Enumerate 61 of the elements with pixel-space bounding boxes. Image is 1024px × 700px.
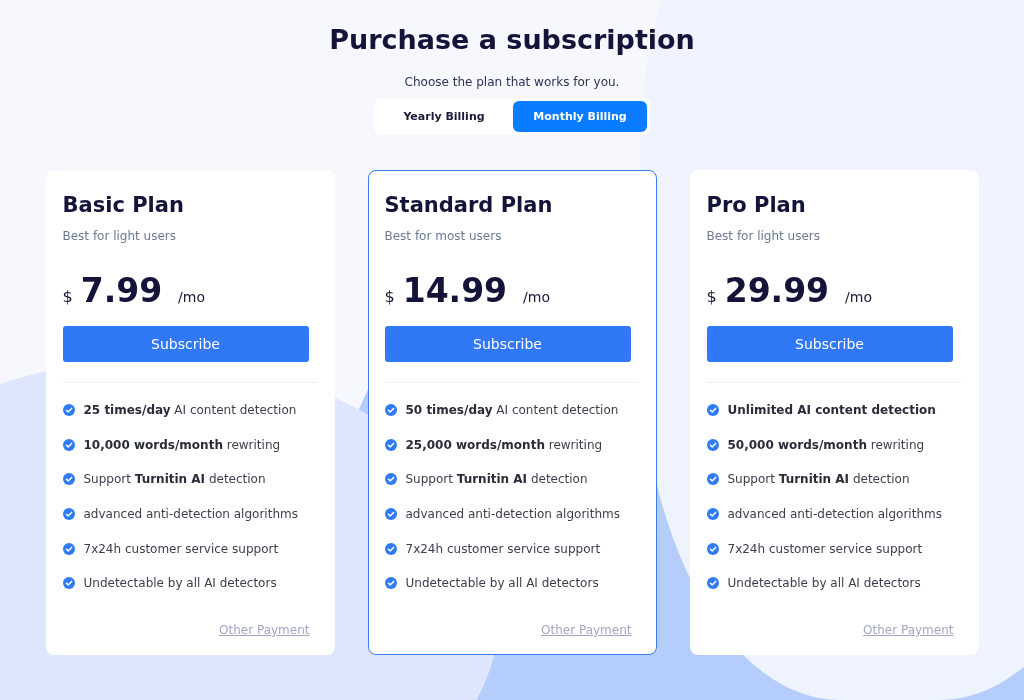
billing-tab[interactable]: Monthly Billing	[513, 101, 647, 132]
subscribe-button[interactable]: Subscribe	[706, 326, 953, 362]
feature-text: 50,000 words/month rewriting	[727, 437, 925, 452]
checkmark-icon	[706, 508, 719, 521]
other-payment-link[interactable]: Other Payment	[863, 623, 954, 637]
feature-text: 7x24h customer service support	[727, 541, 923, 556]
feature-text: advanced anti-detection algorithms	[83, 507, 298, 522]
feature-text: Support Turnitin AI detection	[727, 472, 910, 487]
price-period: /mo	[523, 289, 550, 305]
checkmark-icon	[384, 404, 397, 417]
plan-name: Standard Plan	[384, 193, 554, 217]
feature-text: Undetectable by all AI detectors	[405, 576, 599, 591]
checkmark-icon	[706, 438, 719, 451]
billing-tab[interactable]: Yearly Billing	[377, 101, 511, 132]
plan-name: Pro Plan	[706, 193, 807, 217]
currency-symbol: $	[384, 287, 395, 306]
checkmark-icon	[706, 542, 719, 555]
checkmark-icon	[62, 438, 75, 451]
plan-tagline: Best for light users	[706, 229, 822, 243]
checkmark-icon	[62, 404, 75, 417]
other-payment-link[interactable]: Other Payment	[541, 623, 632, 637]
feature-text: 7x24h customer service support	[83, 541, 279, 556]
feature-text: Support Turnitin AI detection	[405, 472, 588, 487]
checkmark-icon	[706, 577, 719, 590]
plan-tagline: Best for most users	[384, 229, 503, 243]
page-subtitle: Choose the plan that works for you.	[404, 75, 620, 89]
feature-text: Support Turnitin AI detection	[83, 472, 266, 487]
checkmark-icon	[62, 473, 75, 486]
price-amount: 7.99	[80, 271, 163, 310]
feature-text: 7x24h customer service support	[405, 541, 601, 556]
price-period: /mo	[845, 289, 872, 305]
currency-symbol: $	[706, 287, 717, 306]
checkmark-icon	[62, 577, 75, 590]
feature-text: advanced anti-detection algorithms	[405, 507, 620, 522]
currency-symbol: $	[62, 287, 73, 306]
checkmark-icon	[706, 404, 719, 417]
checkmark-icon	[706, 473, 719, 486]
plan-tagline: Best for light users	[62, 229, 178, 243]
feature-text: 10,000 words/month rewriting	[83, 437, 281, 452]
checkmark-icon	[384, 473, 397, 486]
feature-text: Undetectable by all AI detectors	[727, 576, 921, 591]
checkmark-icon	[384, 542, 397, 555]
page-title: Purchase a subscription	[329, 24, 695, 55]
checkmark-icon	[384, 508, 397, 521]
feature-text: 25,000 words/month rewriting	[405, 437, 603, 452]
price-amount: 29.99	[724, 271, 830, 310]
feature-text: Undetectable by all AI detectors	[83, 576, 277, 591]
price-amount: 14.99	[402, 271, 508, 310]
price-period: /mo	[178, 289, 206, 305]
checkmark-icon	[62, 542, 75, 555]
feature-text: 50 times/day AI content detection	[405, 403, 619, 418]
subscribe-button[interactable]: Subscribe	[62, 326, 309, 362]
checkmark-icon	[384, 438, 397, 451]
feature-text: Unlimited AI content detection	[727, 403, 936, 418]
checkmark-icon	[384, 577, 397, 590]
plan-name: Basic Plan	[62, 193, 185, 217]
subscribe-button[interactable]: Subscribe	[384, 326, 631, 362]
feature-text: 25 times/day AI content detection	[83, 403, 297, 418]
checkmark-icon	[62, 508, 75, 521]
feature-text: advanced anti-detection algorithms	[727, 507, 942, 522]
other-payment-link[interactable]: Other Payment	[219, 623, 310, 637]
